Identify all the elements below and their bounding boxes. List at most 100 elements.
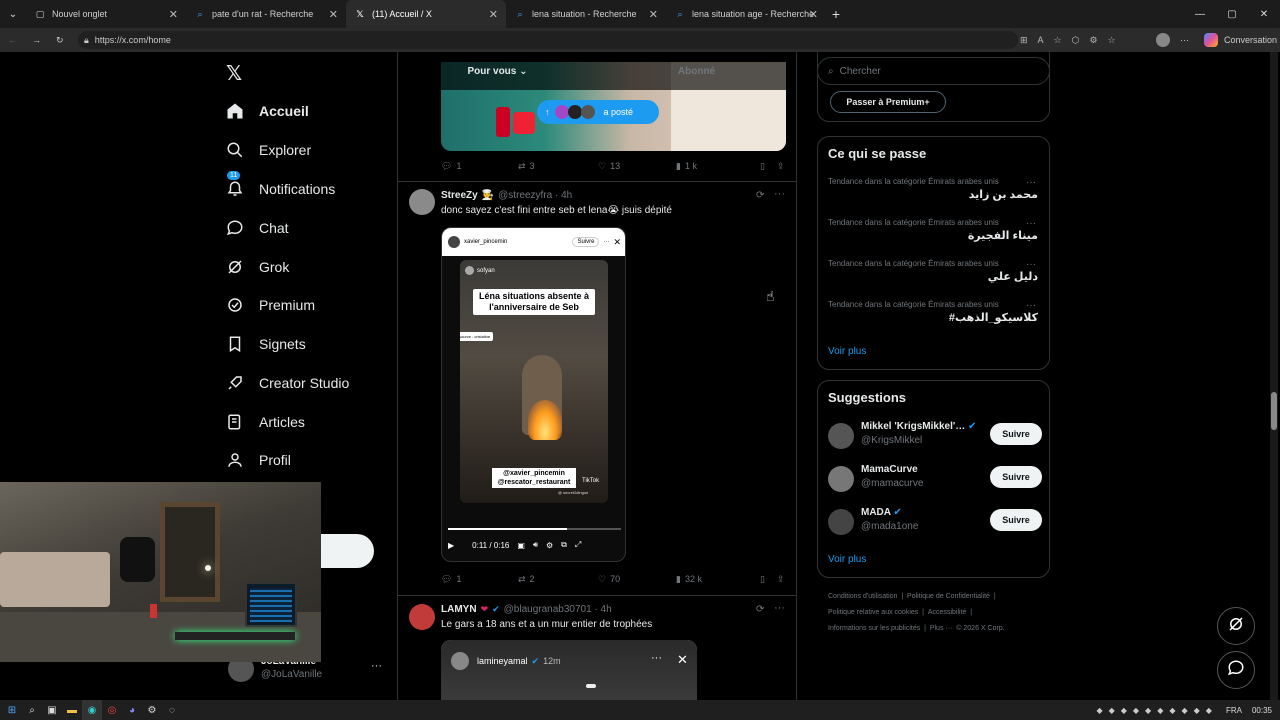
close-tab-icon[interactable]: ✕ — [809, 8, 818, 21]
repost-button[interactable]: ⇄ 3 — [518, 161, 598, 172]
close-window-icon[interactable]: ✕ — [1248, 4, 1280, 24]
file-explorer-icon[interactable]: ▬ — [62, 700, 82, 720]
close-tab-icon[interactable]: ✕ — [329, 8, 338, 21]
profile-avatar[interactable] — [1156, 33, 1170, 47]
footer-link[interactable]: Informations sur les publicités — [828, 625, 920, 632]
tab-for-you[interactable]: Pour vous ⌄ — [398, 52, 597, 90]
settings-icon[interactable]: ⚙ — [546, 541, 553, 550]
tab-list-chevron-icon[interactable]: ⌄ — [0, 4, 26, 24]
sidebar-item-grok[interactable]: Grok — [225, 250, 289, 284]
browser-tab-2[interactable]: ⌕ pate d'un rat - Recherche ✕ — [186, 0, 346, 28]
tab-following[interactable]: Abonné — [597, 52, 796, 90]
discord-icon[interactable]: ◕ — [122, 700, 142, 720]
url-field[interactable]: 🔒︎ https://x.com/home — [78, 31, 1018, 49]
more-icon[interactable]: ··· — [1026, 177, 1036, 188]
conversation-button[interactable]: Conversation — [1224, 35, 1277, 45]
avatar[interactable] — [409, 189, 435, 215]
bookmark-icon[interactable]: ▯ — [760, 161, 765, 172]
minimize-icon[interactable]: — — [1184, 4, 1216, 24]
views-button[interactable]: ▮ 32 k — [676, 574, 760, 585]
follow-button[interactable]: Suivre — [572, 237, 600, 247]
x-logo-icon[interactable]: 𝕏 — [226, 61, 242, 86]
post-embed[interactable]: lamineyamal ✔ 12m ··· ✕ — [441, 640, 697, 700]
footer-link[interactable]: Politique relative aux cookies — [828, 609, 918, 616]
more-icon[interactable]: ··· — [1026, 259, 1036, 270]
account-more-icon[interactable]: ··· — [371, 660, 382, 672]
share-icon[interactable]: ⇪ — [777, 574, 785, 585]
share-icon[interactable]: ⇪ — [777, 161, 785, 172]
more-menu-icon[interactable]: ··· — [1180, 35, 1189, 45]
bookmark-icon[interactable]: ▯ — [760, 574, 765, 585]
footer-link[interactable]: Plus ··· — [930, 625, 953, 632]
trend-item[interactable]: Tendance dans la catégorie Émirats arabe… — [828, 300, 1038, 324]
trend-item[interactable]: Tendance dans la catégorie Émirats arabe… — [828, 218, 1038, 242]
more-icon[interactable]: ··· — [774, 602, 785, 614]
sidebar-item-premium[interactable]: Premium — [225, 288, 315, 322]
sidebar-item-chat[interactable]: Chat — [225, 211, 289, 245]
browser-tab-4[interactable]: ⌕ lena situation - Recherche ✕ — [506, 0, 666, 28]
page-scrollbar[interactable] — [1270, 52, 1278, 700]
close-icon[interactable]: ✕ — [677, 652, 688, 668]
copilot-icon[interactable] — [1204, 33, 1218, 47]
follow-button[interactable]: Suivre — [990, 466, 1042, 488]
trends-see-more-link[interactable]: Voir plus — [828, 346, 866, 357]
repost-button[interactable]: ⇄ 2 — [518, 574, 598, 585]
footer-link[interactable]: Conditions d'utilisation — [828, 593, 897, 600]
close-tab-icon[interactable]: ✕ — [649, 8, 658, 21]
toolbar-icons[interactable]: ⊞A☆⬡⚙☆ — [1020, 35, 1126, 46]
edge-icon[interactable]: ◉ — [82, 700, 102, 720]
sidebar-item-articles[interactable]: Articles — [225, 405, 305, 439]
sidebar-item-explorer[interactable]: Explorer — [225, 133, 311, 167]
follow-button[interactable]: Suivre — [990, 423, 1042, 445]
browser-tab-5[interactable]: ⌕ lena situation age - Recherche ✕ — [666, 0, 826, 28]
author-name[interactable]: StreeZy — [441, 190, 478, 201]
sidebar-item-accueil[interactable]: Accueil — [225, 94, 309, 128]
system-tray-icons[interactable]: ◆◆◆◆◆◆◆◆◆◆ — [1096, 706, 1218, 715]
video-progress[interactable] — [448, 528, 621, 530]
reply-button[interactable]: 💬︎ 1 — [441, 574, 518, 585]
like-button[interactable]: ♡ 13 — [598, 161, 676, 172]
browser-tab-active[interactable]: 𝕏 (11) Accueil / X ✕ — [346, 0, 506, 28]
grok-icon[interactable]: ⟳ — [756, 190, 764, 201]
suggestion-item[interactable]: Mikkel 'KrigsMikkel'… ✔ @KrigsMikkel Sui… — [828, 419, 1042, 459]
premium-upgrade-button[interactable]: Passer à Premium+ — [830, 91, 946, 113]
play-icon[interactable]: ▶ — [448, 541, 454, 550]
messages-fab[interactable] — [1217, 651, 1255, 689]
forward-icon[interactable]: → — [32, 35, 41, 45]
close-tab-icon[interactable]: ✕ — [169, 8, 178, 21]
app-icon[interactable]: ◌ — [162, 700, 182, 720]
more-icon[interactable]: ··· — [1026, 218, 1036, 229]
like-button[interactable]: ♡ 70 — [598, 574, 676, 585]
suggestion-item[interactable]: MADA ✔ @mada1one Suivre — [828, 505, 1042, 545]
close-icon[interactable]: ✕ — [613, 237, 621, 248]
post-video[interactable]: xavier_pincemin Suivre ··· ✕ sofyan Léna… — [441, 227, 626, 562]
author-name[interactable]: LAMYN — [441, 604, 477, 615]
new-tab-icon[interactable]: + — [826, 4, 846, 24]
suggestions-see-more-link[interactable]: Voir plus — [828, 554, 866, 565]
avatar[interactable] — [409, 604, 435, 630]
chrome-icon[interactable]: ◎ — [102, 700, 122, 720]
language-indicator[interactable]: FRA — [1226, 706, 1242, 715]
views-button[interactable]: ▮ 1 k — [676, 161, 760, 172]
pip-icon[interactable]: ⧉ — [561, 540, 567, 550]
sidebar-item-creator-studio[interactable]: Creator Studio — [225, 366, 349, 400]
footer-link[interactable]: Politique de Confidentialité — [907, 593, 990, 600]
sidebar-item-profil[interactable]: Profil — [225, 443, 291, 477]
captions-icon[interactable]: ▣ — [517, 541, 525, 550]
suggestion-item[interactable]: MamaCurve @mamacurve Suivre — [828, 462, 1042, 502]
follow-button[interactable]: Suivre — [990, 509, 1042, 531]
footer-link[interactable]: Accessibilité — [928, 609, 967, 616]
search-icon[interactable]: ⌕ — [22, 700, 42, 720]
browser-tab-1[interactable]: ▢ Nouvel onglet ✕ — [26, 0, 186, 28]
settings-icon[interactable]: ⚙ — [142, 700, 162, 720]
more-icon[interactable]: ··· — [651, 652, 662, 664]
volume-icon[interactable]: 🔊︎ — [533, 540, 538, 550]
refresh-icon[interactable]: ↻ — [56, 35, 64, 46]
back-icon[interactable]: ← — [8, 35, 17, 45]
reply-button[interactable]: 💬︎ 1 — [441, 161, 518, 172]
more-icon[interactable]: ··· — [774, 188, 785, 200]
new-posts-pill[interactable]: ↑ a posté — [537, 100, 659, 124]
clock[interactable]: 00:35 — [1252, 706, 1272, 715]
more-icon[interactable]: ··· — [1026, 300, 1036, 311]
task-view-icon[interactable]: ▣ — [42, 700, 62, 720]
